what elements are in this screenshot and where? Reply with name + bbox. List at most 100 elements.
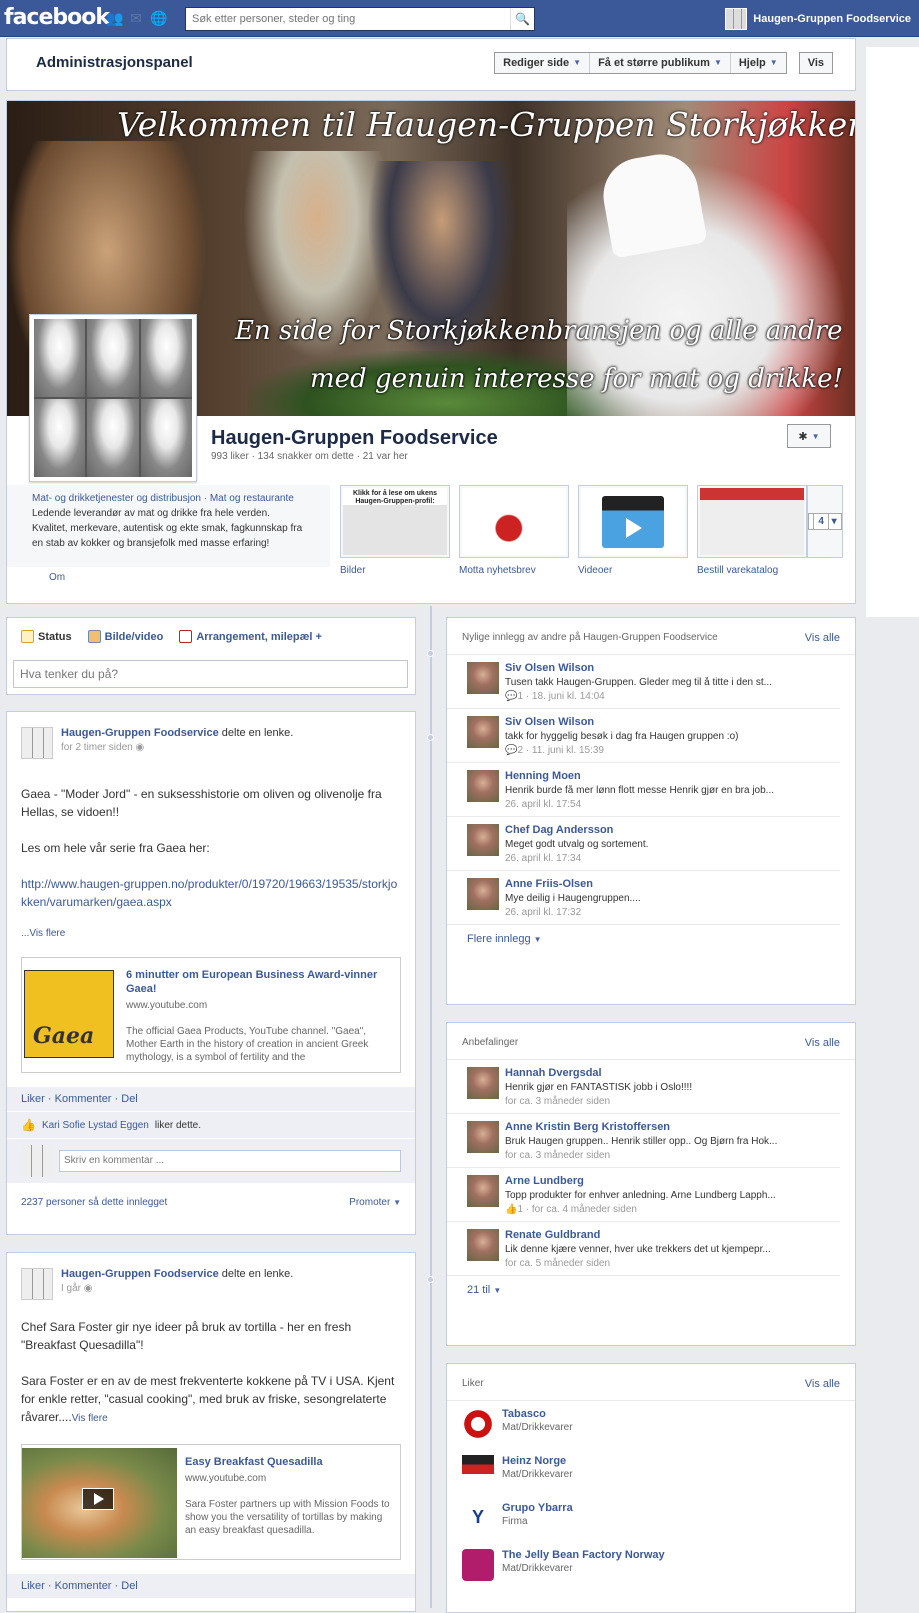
timeline-header: Velkommen til Haugen-Gruppen Storkjøkken… (6, 100, 856, 604)
app-catalog[interactable]: Bestill varekatalog (697, 485, 807, 576)
more-posts-link[interactable]: Flere innlegg ▼ (447, 925, 855, 953)
see-more-link[interactable]: Vis flere (72, 1413, 108, 1424)
recommendation-text[interactable]: Henrik gjør en FANTASTISK jobb i Oslo!!!… (505, 1082, 805, 1093)
recommendation-text[interactable]: Topp produkter for enhver anledning. Arn… (505, 1190, 805, 1201)
liked-page-name[interactable]: The Jelly Bean Factory Norway (502, 1549, 665, 1561)
post-author[interactable]: Haugen-Gruppen Foodservice (61, 727, 219, 739)
admin-panel-title[interactable]: Administrasjonspanel (36, 54, 193, 71)
post-time[interactable]: for 2 timer siden (61, 742, 133, 753)
avatar[interactable] (467, 1229, 499, 1261)
post-text: Les om hele vår serie fra Gaea her: (21, 841, 210, 855)
messages-icon[interactable]: ✉ (128, 10, 144, 26)
poster-name[interactable]: Siv Olsen Wilson (505, 716, 805, 728)
search-icon[interactable]: 🔍 (510, 8, 534, 30)
status-input[interactable]: Hva tenker du på? (13, 660, 408, 688)
post-snippet[interactable]: Henrik burde få mer lønn flott messe Hen… (505, 785, 805, 796)
liked-page-name[interactable]: Tabasco (502, 1408, 573, 1420)
help-button[interactable]: Hjelp ▼ (731, 53, 786, 73)
jelly-bean-logo[interactable] (462, 1549, 494, 1581)
app-tabs: Klikk for å lese om ukens Haugen-Gruppen… (340, 485, 807, 576)
heinz-logo[interactable] (462, 1455, 494, 1487)
post-actions[interactable]: Liker · Kommenter · Del (7, 1087, 415, 1111)
recommender-name[interactable]: Arne Lundberg (505, 1175, 805, 1187)
notifications-icon[interactable]: 🌐 (150, 10, 167, 26)
tabasco-logo[interactable] (462, 1408, 494, 1440)
view-all-link[interactable]: Vis alle (805, 632, 840, 644)
tab-status[interactable]: Status (21, 630, 72, 643)
video-thumbnail[interactable] (22, 1448, 177, 1558)
post-actions[interactable]: Liker · Kommenter · Del (7, 1574, 415, 1598)
settings-button[interactable]: ✱ ▼ (787, 424, 831, 448)
liker-name[interactable]: Kari Sofie Lystad Eggen (42, 1120, 149, 1131)
shared-video-card[interactable]: Easy Breakfast Quesadilla www.youtube.co… (21, 1444, 401, 1560)
recommendation-text[interactable]: Bruk Haugen gruppen.. Henrik stiller opp… (505, 1136, 805, 1147)
avatar[interactable] (467, 1121, 499, 1153)
recommender-name[interactable]: Hannah Dvergsdal (505, 1067, 805, 1079)
edit-page-button[interactable]: Rediger side ▼ (495, 53, 591, 73)
app-photos[interactable]: Klikk for å lese om ukens Haugen-Gruppen… (340, 485, 450, 576)
poster-name[interactable]: Chef Dag Andersson (505, 824, 805, 836)
post-meta[interactable]: 26. april kl. 17:34 (505, 853, 805, 864)
more-recommendations-link[interactable]: 21 til ▼ (447, 1276, 855, 1304)
recommendation-time[interactable]: for ca. 3 måneder siden (505, 1150, 805, 1161)
poster-name[interactable]: Anne Friis-Olsen (505, 878, 805, 890)
tab-photo-video[interactable]: Bilde/video (87, 630, 163, 643)
friend-requests-icon[interactable]: 👥 (106, 10, 123, 26)
recommendation-time[interactable]: for ca. 3 måneder siden (505, 1096, 805, 1107)
avatar[interactable] (467, 770, 499, 802)
avatar[interactable] (467, 716, 499, 748)
post-snippet[interactable]: takk for hyggelig besøk i dag fra Haugen… (505, 731, 805, 742)
avatar[interactable] (467, 824, 499, 856)
shared-link-title[interactable]: Easy Breakfast Quesadilla (185, 1455, 392, 1469)
page-categories[interactable]: Mat- og drikketjenester og distribusjon … (32, 491, 305, 506)
author-avatar[interactable] (21, 1268, 53, 1300)
grow-audience-button[interactable]: Få et større publikum ▼ (590, 53, 731, 73)
profile-picture[interactable] (29, 314, 197, 482)
ybarra-logo[interactable]: Y (462, 1502, 494, 1534)
likes-panel: Liker Vis alle Tabasco Mat/Drikkevarer Hei… (446, 1363, 856, 1613)
facebook-logo[interactable]: facebook (4, 5, 110, 30)
poster-name[interactable]: Henning Moen (505, 770, 805, 782)
list-item: Anne Kristin Berg Kristoffersen Bruk Haug… (447, 1114, 840, 1168)
profile-link[interactable]: Haugen-Gruppen Foodservice (725, 8, 911, 30)
post-meta[interactable]: 26. april kl. 17:32 (505, 907, 805, 918)
comment-input[interactable]: Skriv en kommentar ... (59, 1150, 401, 1172)
tab-event[interactable]: Arrangement, milepæl + (179, 630, 322, 643)
promote-button[interactable]: Promoter ▼ (349, 1197, 401, 1208)
liked-page-name[interactable]: Grupo Ybarra (502, 1502, 573, 1514)
more-apps-button[interactable]: 4 ▾ (807, 485, 843, 558)
view-all-link[interactable]: Vis alle (805, 1378, 840, 1390)
view-button[interactable]: Vis (798, 52, 833, 74)
play-icon[interactable] (82, 1488, 114, 1510)
post-meta[interactable]: 1 · 18. juni kl. 14:04 (517, 691, 604, 702)
post-snippet[interactable]: Tusen takk Haugen-Gruppen. Gleder meg ti… (505, 677, 805, 688)
post-time[interactable]: I går (61, 1283, 81, 1294)
avatar[interactable] (467, 662, 499, 694)
avatar[interactable] (467, 1175, 499, 1207)
liked-page-name[interactable]: Heinz Norge (502, 1455, 573, 1467)
post-snippet[interactable]: Meget godt utvalg og sortement. (505, 839, 805, 850)
shared-link-card[interactable]: 6 minutter om European Business Award-vi… (21, 957, 401, 1073)
post-meta[interactable]: 26. april kl. 17:54 (505, 799, 805, 810)
poster-name[interactable]: Siv Olsen Wilson (505, 662, 805, 674)
about-link[interactable]: Om (49, 572, 65, 583)
view-all-link[interactable]: Vis alle (805, 1037, 840, 1049)
recommender-name[interactable]: Anne Kristin Berg Kristoffersen (505, 1121, 805, 1133)
post-meta[interactable]: 2 · 11. juni kl. 15:39 (517, 745, 604, 756)
post-author[interactable]: Haugen-Gruppen Foodservice (61, 1268, 219, 1280)
search-input[interactable] (186, 8, 510, 30)
recommendation-text[interactable]: Lik denne kjære venner, hver uke trekker… (505, 1244, 805, 1255)
shared-link-title[interactable]: 6 minutter om European Business Award-vi… (126, 968, 392, 996)
avatar[interactable] (467, 1067, 499, 1099)
app-newsletter[interactable]: Motta nyhetsbrev (459, 485, 569, 576)
recommendation-time[interactable]: for ca. 5 måneder siden (505, 1258, 805, 1269)
avatar[interactable] (467, 878, 499, 910)
see-more-link[interactable]: ...Vis flere (21, 928, 65, 939)
post-link[interactable]: http://www.haugen-gruppen.no/produkter/0… (21, 875, 401, 911)
post-reach[interactable]: 2237 personer så dette innlegget (21, 1197, 167, 1208)
post-snippet[interactable]: Mye deilig i Haugengruppen.... (505, 893, 805, 904)
author-avatar[interactable] (21, 727, 53, 759)
recommender-name[interactable]: Renate Guldbrand (505, 1229, 805, 1241)
recommendation-time[interactable]: 1 · for ca. 4 måneder siden (517, 1204, 637, 1215)
app-videos[interactable]: Videoer (578, 485, 688, 576)
